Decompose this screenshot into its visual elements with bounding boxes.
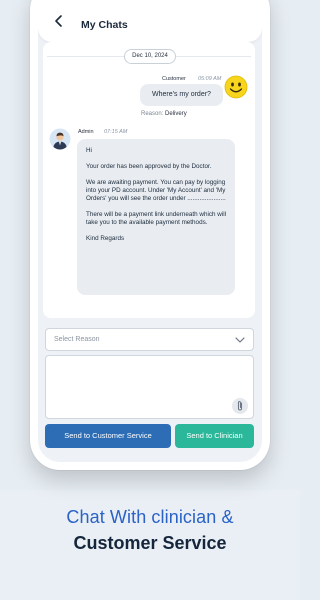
customer-sender-name: Customer bbox=[162, 76, 186, 82]
message-reason: Reason: Delivery bbox=[141, 111, 187, 117]
chevron-down-icon bbox=[235, 337, 245, 343]
page-title: My Chats bbox=[81, 19, 128, 31]
message-input[interactable] bbox=[45, 355, 254, 419]
customer-message-bubble: Where's my order? bbox=[140, 84, 223, 106]
admin-message-paragraph: Your order has been approved by the Doct… bbox=[86, 163, 212, 170]
admin-message-paragraph: Kind Regards bbox=[86, 235, 125, 242]
date-badge: Dec 10, 2024 bbox=[124, 49, 176, 64]
tagline-line-2: Customer Service bbox=[73, 533, 227, 553]
chat-screen: My Chats Dec 10, 2024 Customer 05:09 AM … bbox=[38, 0, 262, 462]
admin-message-bubble: Hi Your order has been approved by the D… bbox=[77, 139, 235, 295]
admin-message-paragraph: Hi bbox=[86, 147, 92, 154]
chat-history[interactable]: Dec 10, 2024 Customer 05:09 AM Where's m… bbox=[43, 42, 255, 318]
reason-label: Reason: bbox=[141, 111, 164, 117]
send-to-customer-service-button[interactable]: Send to Customer Service bbox=[45, 424, 171, 448]
reason-value: Delivery bbox=[165, 111, 187, 117]
reason-select[interactable]: Select Reason bbox=[45, 328, 254, 351]
tagline-line-1: Chat With clinician & bbox=[66, 507, 234, 527]
paperclip-icon[interactable] bbox=[232, 398, 248, 414]
admin-avatar-icon bbox=[49, 128, 71, 150]
customer-message-time: 05:09 AM bbox=[198, 76, 222, 82]
send-to-clinician-button[interactable]: Send to Clinician bbox=[175, 424, 254, 448]
admin-message-time: 07:15 AM bbox=[104, 129, 128, 135]
chevron-left-icon[interactable] bbox=[52, 14, 66, 28]
reason-select-placeholder: Select Reason bbox=[54, 336, 100, 343]
app-header: My Chats bbox=[38, 0, 262, 42]
admin-message-paragraph: We are awaiting payment. You can pay by … bbox=[86, 179, 226, 202]
smiley-face-icon bbox=[224, 75, 248, 99]
admin-message-paragraph: There will be a payment link underneath … bbox=[86, 211, 227, 226]
admin-sender-name: Admin bbox=[78, 129, 94, 135]
